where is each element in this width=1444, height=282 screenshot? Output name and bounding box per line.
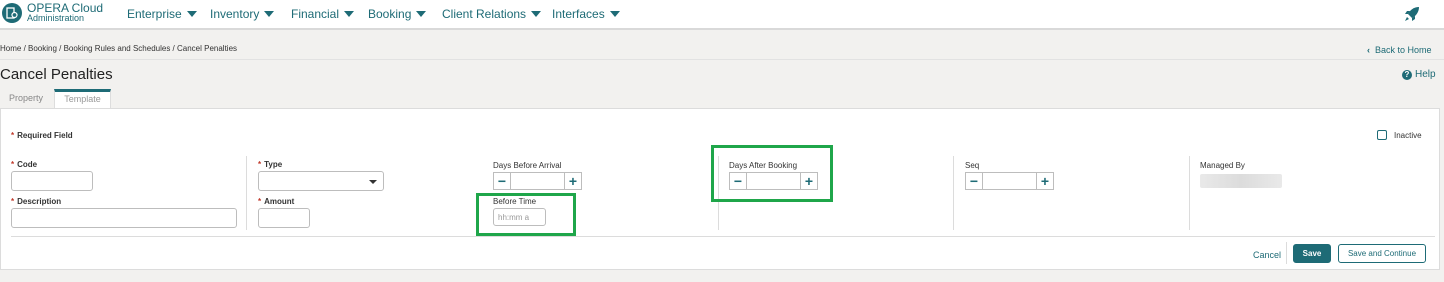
page-title: Cancel Penalties: [0, 66, 113, 83]
chevron-down-icon: [369, 180, 377, 184]
inactive-label: Inactive: [1394, 131, 1422, 140]
rocket-icon[interactable]: [1402, 4, 1422, 24]
days-before-arrival-label: Days Before Arrival: [493, 161, 562, 170]
description-label: * Description: [11, 197, 62, 206]
nav-financial[interactable]: Financial: [291, 7, 355, 21]
divider: [246, 156, 247, 230]
days-after-booking-input[interactable]: [747, 172, 800, 190]
type-select[interactable]: [258, 171, 384, 191]
chevron-left-icon: ‹: [1367, 45, 1370, 55]
inactive-checkbox[interactable]: [1377, 130, 1387, 140]
before-time-label: Before Time: [493, 197, 537, 206]
type-label: * Type: [258, 160, 283, 169]
decrement-button[interactable]: −: [729, 172, 747, 190]
chevron-down-icon: [344, 11, 355, 17]
seq-label: Seq: [965, 161, 980, 170]
tab-template[interactable]: Template: [54, 89, 111, 108]
top-bar: OPERA Cloud Administration Enterprise In…: [0, 0, 1444, 30]
divider: [0, 59, 1444, 60]
cancel-button[interactable]: Cancel: [1253, 250, 1281, 260]
nav-client-relations[interactable]: Client Relations: [442, 7, 542, 21]
increment-button[interactable]: +: [564, 172, 582, 190]
managed-by-value-redacted: [1200, 174, 1282, 188]
before-time-input[interactable]: hh:mm a: [493, 208, 546, 226]
description-input[interactable]: [11, 208, 237, 228]
seq-input[interactable]: [983, 172, 1036, 190]
divider: [11, 236, 1435, 237]
chevron-down-icon: [531, 11, 542, 17]
chevron-down-icon: [416, 11, 427, 17]
code-label: * Code: [11, 160, 38, 169]
days-before-arrival-input[interactable]: [511, 172, 564, 190]
amount-input[interactable]: [258, 208, 310, 228]
days-after-booking-label: Days After Booking: [729, 161, 798, 170]
save-button[interactable]: Save: [1293, 244, 1331, 263]
opera-logo-icon[interactable]: [2, 3, 22, 23]
chevron-down-icon: [609, 11, 620, 17]
nav-enterprise[interactable]: Enterprise: [127, 7, 197, 21]
divider: [1189, 156, 1190, 230]
chevron-down-icon: [264, 11, 275, 17]
managed-by-label: Managed By: [1200, 161, 1245, 170]
form-panel: * Required Field Inactive * Code * Descript…: [0, 108, 1440, 270]
nav-booking[interactable]: Booking: [368, 7, 427, 21]
increment-button[interactable]: +: [800, 172, 818, 190]
tab-property[interactable]: Property: [0, 89, 52, 108]
breadcrumb[interactable]: Home / Booking / Booking Rules and Sched…: [0, 44, 237, 53]
back-to-home-link[interactable]: ‹ Back to Home: [1367, 45, 1432, 55]
code-input[interactable]: [11, 171, 93, 191]
nav-interfaces[interactable]: Interfaces: [552, 7, 620, 21]
divider: [953, 156, 954, 230]
decrement-button[interactable]: −: [493, 172, 511, 190]
help-link[interactable]: ? Help: [1402, 69, 1436, 80]
decrement-button[interactable]: −: [965, 172, 983, 190]
divider: [1286, 242, 1287, 264]
nav-inventory[interactable]: Inventory: [210, 7, 275, 21]
amount-label: * Amount: [258, 197, 295, 206]
increment-button[interactable]: +: [1036, 172, 1054, 190]
required-field-note: * Required Field: [11, 131, 73, 140]
chevron-down-icon: [186, 11, 197, 17]
save-and-continue-button[interactable]: Save and Continue: [1338, 244, 1426, 263]
brand-subtitle: Administration: [27, 13, 85, 23]
help-icon: ?: [1402, 70, 1412, 80]
